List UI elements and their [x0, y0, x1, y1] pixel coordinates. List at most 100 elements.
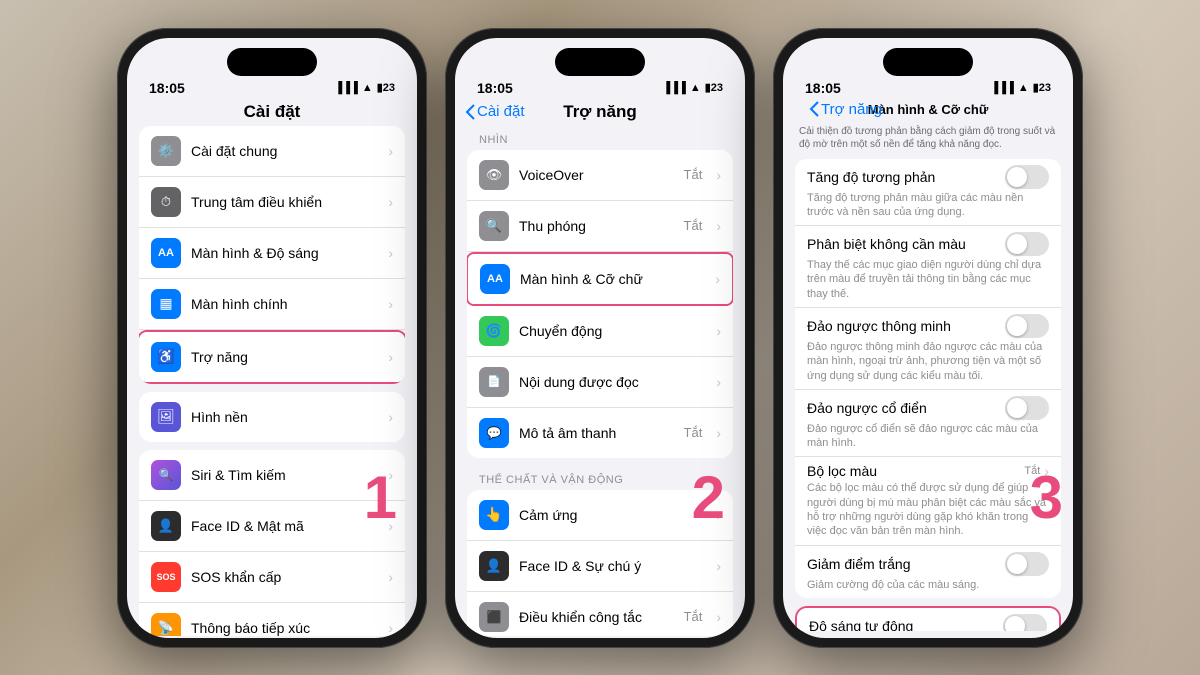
status-bar-2: 18:05 ▐▐▐ ▲ ▮23: [455, 76, 745, 96]
time-3: 18:05: [805, 80, 841, 96]
toggle-diff-color[interactable]: [1005, 232, 1049, 256]
item-color-filter[interactable]: Bộ lọc màu Tắt › Các bộ lọc màu có thể đ…: [795, 457, 1061, 545]
settings-list-2[interactable]: NHÌN 👁 VoiceOver Tắt › 🔍 Thu phóng Tắt ›: [455, 126, 745, 636]
settings-item-zoom[interactable]: 🔍 Thu phóng Tắt ›: [467, 201, 733, 252]
contact-icon: 📡: [151, 613, 181, 636]
chevron-faceid-att: ›: [716, 558, 721, 574]
toggle-smart-invert[interactable]: [1005, 314, 1049, 338]
voiceover-value: Tắt: [684, 167, 703, 182]
item-smart-invert[interactable]: Đảo ngược thông minh Đảo ngược thông min…: [795, 308, 1061, 390]
section-label-nhin: NHÌN: [455, 126, 745, 150]
settings-item-display[interactable]: AA Màn hình & Độ sáng ›: [139, 228, 405, 279]
wallpaper-icon: 🖼: [151, 402, 181, 432]
back-button-2[interactable]: Cài đặt: [465, 103, 525, 120]
settings-item-audio-desc[interactable]: 💬 Mô tả âm thanh Tắt ›: [467, 408, 733, 458]
dynamic-island-2: [555, 48, 645, 76]
settings-content-3[interactable]: Cải thiện đồ tương phản bằng cách giảm đ…: [783, 121, 1073, 631]
toggle-reduce-white[interactable]: [1005, 552, 1049, 576]
item-classic-invert[interactable]: Đảo ngược cổ điển Đảo ngược cổ điển sẽ đ…: [795, 390, 1061, 458]
nav-title-3: Màn hình & Cỡ chữ: [868, 102, 989, 117]
touch-icon: 👆: [479, 500, 509, 530]
wifi-icon-1: ▲: [362, 82, 373, 94]
item-differentiate-color[interactable]: Phân biệt không cần màu Thay thế các mục…: [795, 226, 1061, 308]
settings-item-contact[interactable]: 📡 Thông báo tiếp xúc ›: [139, 603, 405, 636]
settings-group-2: 🖼 Hình nền ›: [139, 392, 405, 442]
settings-item-motion[interactable]: 🌀 Chuyển động ›: [467, 306, 733, 357]
sos-icon: SOS: [151, 562, 181, 592]
switch-control-icon: ⬛: [479, 602, 509, 632]
settings-item-spoken[interactable]: 📄 Nội dung được đọc ›: [467, 357, 733, 408]
wifi-icon-3: ▲: [1018, 82, 1029, 94]
chevron-spoken: ›: [716, 374, 721, 390]
voiceover-icon: 👁: [479, 160, 509, 190]
settings-item-control-center[interactable]: ⏱ Trung tâm điều khiển ›: [139, 177, 405, 228]
settings-item-faceid-attention[interactable]: 👤 Face ID & Sự chú ý ›: [467, 541, 733, 592]
settings-item-display-text[interactable]: AA Màn hình & Cỡ chữ ›: [468, 254, 732, 304]
faceid-att-label: Face ID & Sự chú ý: [519, 558, 706, 574]
nav-bar-3: Trợ năng Màn hình & Cỡ chữ: [783, 96, 1073, 121]
settings-group-nhin: 👁 VoiceOver Tắt › 🔍 Thu phóng Tắt ›: [467, 150, 733, 458]
sos-label: SOS khẩn cấp: [191, 569, 378, 585]
phone-3: 18:05 ▐▐▐ ▲ ▮23 Trợ năng Màn hình & Cỡ c…: [773, 28, 1083, 648]
status-icons-2: ▐▐▐ ▲ ▮23: [662, 81, 723, 94]
settings-item-switch-control[interactable]: ⬛ Điều khiển công tắc Tắt ›: [467, 592, 733, 636]
item-increase-contrast[interactable]: Tăng độ tương phản Tăng độ tương phản mà…: [795, 159, 1061, 227]
spoken-icon: 📄: [479, 367, 509, 397]
wifi-icon-2: ▲: [690, 82, 701, 94]
nav-bar-2: Cài đặt Trợ năng: [455, 96, 745, 126]
dynamic-island-1: [227, 48, 317, 76]
settings-item-home[interactable]: ▦ Màn hình chính ›: [139, 279, 405, 330]
toggle-auto-brightness[interactable]: [1003, 614, 1047, 631]
phone-container: 18:05 ▐▐▐ ▲ ▮23 Cài đặt ⚙️ Cài đặt chung…: [117, 28, 1083, 648]
touch-label: Cảm ứng: [519, 507, 706, 523]
step-number-2: 2: [692, 468, 725, 528]
settings-item-voiceover[interactable]: 👁 VoiceOver Tắt ›: [467, 150, 733, 201]
smart-invert-title: Đảo ngược thông minh: [807, 318, 951, 334]
switch-control-value: Tắt: [684, 609, 703, 624]
chevron-switch-control: ›: [716, 609, 721, 625]
display-text-label: Màn hình & Cỡ chữ: [520, 271, 705, 287]
increase-contrast-desc: Tăng độ tương phản màu giữa các màu nền …: [807, 191, 1049, 220]
diff-color-desc: Thay thế các mục giao diện người dùng ch…: [807, 258, 1049, 301]
classic-invert-title: Đảo ngược cổ điển: [807, 400, 927, 416]
chevron-home: ›: [388, 296, 393, 312]
step-number-1: 1: [364, 468, 397, 528]
signal-icon-2: ▐▐▐: [662, 82, 685, 94]
accessibility-icon: ♿: [151, 342, 181, 372]
settings-group-display: Tăng độ tương phản Tăng độ tương phản mà…: [795, 159, 1061, 598]
diff-color-title: Phân biệt không cần màu: [807, 236, 966, 252]
wallpaper-label: Hình nền: [191, 409, 378, 425]
smart-invert-desc: Đảo ngược thông minh đảo ngược các màu c…: [807, 340, 1049, 383]
settings-item-general[interactable]: ⚙️ Cài đặt chung ›: [139, 126, 405, 177]
status-icons-1: ▐▐▐ ▲ ▮23: [334, 81, 395, 94]
chevron-display: ›: [388, 245, 393, 261]
zoom-value: Tắt: [684, 218, 703, 233]
chevron-contact: ›: [388, 620, 393, 636]
voiceover-label: VoiceOver: [519, 167, 674, 183]
settings-item-sos[interactable]: SOS SOS khẩn cấp ›: [139, 552, 405, 603]
home-label: Màn hình chính: [191, 296, 378, 312]
toggle-classic-invert[interactable]: [1005, 396, 1049, 420]
toggle-increase-contrast[interactable]: [1005, 165, 1049, 189]
step-number-3: 3: [1030, 468, 1063, 528]
item-reduce-white[interactable]: Giảm điểm trắng Giảm cường độ của các mà…: [795, 546, 1061, 598]
reduce-white-title: Giảm điểm trắng: [807, 556, 910, 572]
settings-item-accessibility[interactable]: ♿ Trợ năng ›: [139, 332, 405, 382]
battery-icon-1: ▮23: [377, 81, 395, 94]
increase-contrast-title: Tăng độ tương phản: [807, 169, 935, 185]
settings-list-1[interactable]: ⚙️ Cài đặt chung › ⏱ Trung tâm điều khiể…: [127, 126, 417, 636]
color-filter-title: Bộ lọc màu: [807, 463, 877, 479]
motion-label: Chuyển động: [519, 323, 706, 339]
phone-1-screen: 18:05 ▐▐▐ ▲ ▮23 Cài đặt ⚙️ Cài đặt chung…: [127, 38, 417, 638]
siri-label: Siri & Tìm kiếm: [191, 467, 378, 483]
back-button-3[interactable]: Trợ năng: [809, 101, 882, 118]
chevron-display-text: ›: [715, 271, 720, 287]
item-auto-brightness[interactable]: Độ sáng tự động Tắt độ sáng tự động có t…: [797, 608, 1059, 631]
display-label: Màn hình & Độ sáng: [191, 245, 378, 261]
settings-item-wallpaper[interactable]: 🖼 Hình nền ›: [139, 392, 405, 442]
zoom-icon: 🔍: [479, 211, 509, 241]
chevron-general: ›: [388, 143, 393, 159]
settings-group-1: ⚙️ Cài đặt chung › ⏱ Trung tâm điều khiể…: [139, 126, 405, 384]
signal-icon-1: ▐▐▐: [334, 82, 357, 94]
audio-desc-value: Tắt: [684, 425, 703, 440]
